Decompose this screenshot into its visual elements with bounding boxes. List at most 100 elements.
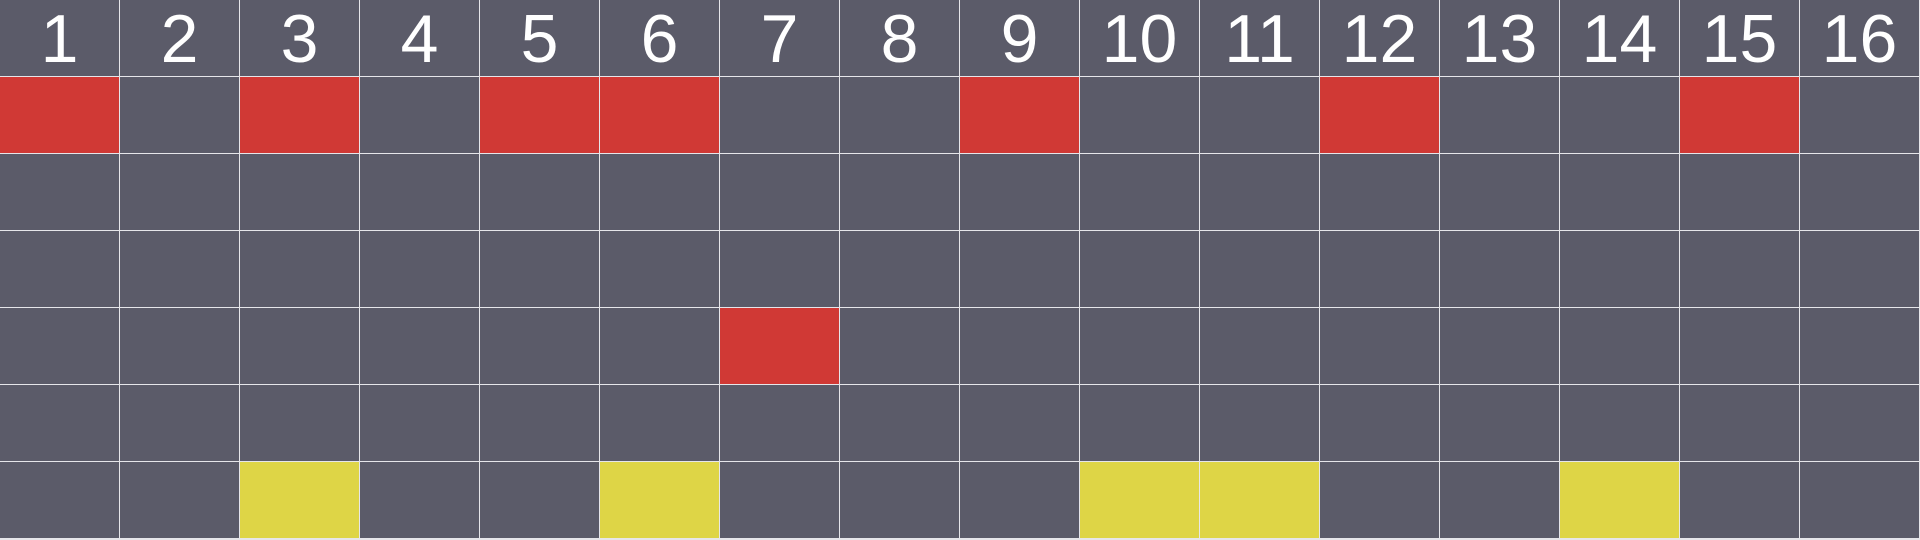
step-pad-row4-step11[interactable] [1200,308,1320,385]
step-pad-row4-step10[interactable] [1080,308,1200,385]
step-pad-row1-step5[interactable] [480,77,600,154]
step-pad-row1-step11[interactable] [1200,77,1320,154]
step-pad-row4-step5[interactable] [480,308,600,385]
step-pad-row4-step15[interactable] [1680,308,1800,385]
step-pad-row4-step13[interactable] [1440,308,1560,385]
step-pad-row5-step4[interactable] [360,385,480,462]
step-pad-row2-step2[interactable] [120,154,240,231]
step-pad-row4-step12[interactable] [1320,308,1440,385]
step-pad-row1-step3[interactable] [240,77,360,154]
step-pad-row4-step1[interactable] [0,308,120,385]
step-number-header: 16 [1800,0,1920,77]
step-pad-row2-step16[interactable] [1800,154,1920,231]
step-pad-row5-step11[interactable] [1200,385,1320,462]
step-pad-row2-step3[interactable] [240,154,360,231]
step-pad-row5-step5[interactable] [480,385,600,462]
step-pad-row2-step13[interactable] [1440,154,1560,231]
step-pad-row4-step14[interactable] [1560,308,1680,385]
step-pad-row5-step6[interactable] [600,385,720,462]
step-pad-row5-step13[interactable] [1440,385,1560,462]
step-pad-row2-step8[interactable] [840,154,960,231]
step-pad-row6-step13[interactable] [1440,462,1560,539]
step-pad-row3-step10[interactable] [1080,231,1200,308]
step-pad-row4-step3[interactable] [240,308,360,385]
step-pad-row6-step16[interactable] [1800,462,1920,539]
step-pad-row3-step3[interactable] [240,231,360,308]
step-pad-row6-step6[interactable] [600,462,720,539]
step-pad-row6-step11[interactable] [1200,462,1320,539]
step-pad-row5-step7[interactable] [720,385,840,462]
step-pad-row6-step2[interactable] [120,462,240,539]
step-pad-row3-step7[interactable] [720,231,840,308]
step-pad-row5-step10[interactable] [1080,385,1200,462]
step-pad-row6-step8[interactable] [840,462,960,539]
step-pad-row5-step16[interactable] [1800,385,1920,462]
step-pad-row1-step16[interactable] [1800,77,1920,154]
step-pad-row1-step13[interactable] [1440,77,1560,154]
step-pad-row3-step15[interactable] [1680,231,1800,308]
step-pad-row3-step9[interactable] [960,231,1080,308]
step-number-header: 13 [1440,0,1560,77]
step-pad-row1-step6[interactable] [600,77,720,154]
step-pad-row1-step8[interactable] [840,77,960,154]
step-pad-row5-step15[interactable] [1680,385,1800,462]
step-pad-row2-step15[interactable] [1680,154,1800,231]
step-pad-row2-step5[interactable] [480,154,600,231]
step-pad-row1-step9[interactable] [960,77,1080,154]
step-pad-row2-step12[interactable] [1320,154,1440,231]
step-pad-row6-step5[interactable] [480,462,600,539]
step-pad-row3-step4[interactable] [360,231,480,308]
step-pad-row3-step13[interactable] [1440,231,1560,308]
step-pad-row6-step15[interactable] [1680,462,1800,539]
step-pad-row3-step1[interactable] [0,231,120,308]
step-pad-row2-step14[interactable] [1560,154,1680,231]
step-pad-row6-step3[interactable] [240,462,360,539]
step-pad-row3-step11[interactable] [1200,231,1320,308]
step-pad-row3-step6[interactable] [600,231,720,308]
step-pad-row6-step12[interactable] [1320,462,1440,539]
step-pad-row1-step1[interactable] [0,77,120,154]
step-pad-row5-step12[interactable] [1320,385,1440,462]
step-pad-row4-step7[interactable] [720,308,840,385]
step-pad-row4-step8[interactable] [840,308,960,385]
step-pad-row2-step9[interactable] [960,154,1080,231]
step-pad-row1-step4[interactable] [360,77,480,154]
step-pad-row6-step9[interactable] [960,462,1080,539]
step-number-header: 14 [1560,0,1680,77]
step-pad-row5-step3[interactable] [240,385,360,462]
step-pad-row5-step14[interactable] [1560,385,1680,462]
step-pad-row2-step10[interactable] [1080,154,1200,231]
step-pad-row5-step2[interactable] [120,385,240,462]
step-pad-row5-step8[interactable] [840,385,960,462]
step-pad-row6-step14[interactable] [1560,462,1680,539]
step-pad-row1-step14[interactable] [1560,77,1680,154]
step-pad-row2-step11[interactable] [1200,154,1320,231]
step-pad-row4-step2[interactable] [120,308,240,385]
step-pad-row2-step1[interactable] [0,154,120,231]
step-pad-row1-step15[interactable] [1680,77,1800,154]
step-pad-row5-step9[interactable] [960,385,1080,462]
step-pad-row2-step7[interactable] [720,154,840,231]
step-pad-row4-step6[interactable] [600,308,720,385]
step-pad-row3-step16[interactable] [1800,231,1920,308]
step-pad-row4-step4[interactable] [360,308,480,385]
step-pad-row1-step10[interactable] [1080,77,1200,154]
step-pad-row4-step16[interactable] [1800,308,1920,385]
step-pad-row3-step2[interactable] [120,231,240,308]
step-pad-row1-step2[interactable] [120,77,240,154]
step-pad-row3-step12[interactable] [1320,231,1440,308]
step-pad-row3-step14[interactable] [1560,231,1680,308]
step-pad-row6-step1[interactable] [0,462,120,539]
step-pad-row1-step7[interactable] [720,77,840,154]
step-pad-row2-step4[interactable] [360,154,480,231]
step-number-header: 9 [960,0,1080,77]
step-pad-row6-step10[interactable] [1080,462,1200,539]
step-pad-row1-step12[interactable] [1320,77,1440,154]
step-pad-row4-step9[interactable] [960,308,1080,385]
step-pad-row3-step8[interactable] [840,231,960,308]
step-pad-row3-step5[interactable] [480,231,600,308]
step-pad-row5-step1[interactable] [0,385,120,462]
step-pad-row6-step4[interactable] [360,462,480,539]
step-pad-row6-step7[interactable] [720,462,840,539]
step-pad-row2-step6[interactable] [600,154,720,231]
